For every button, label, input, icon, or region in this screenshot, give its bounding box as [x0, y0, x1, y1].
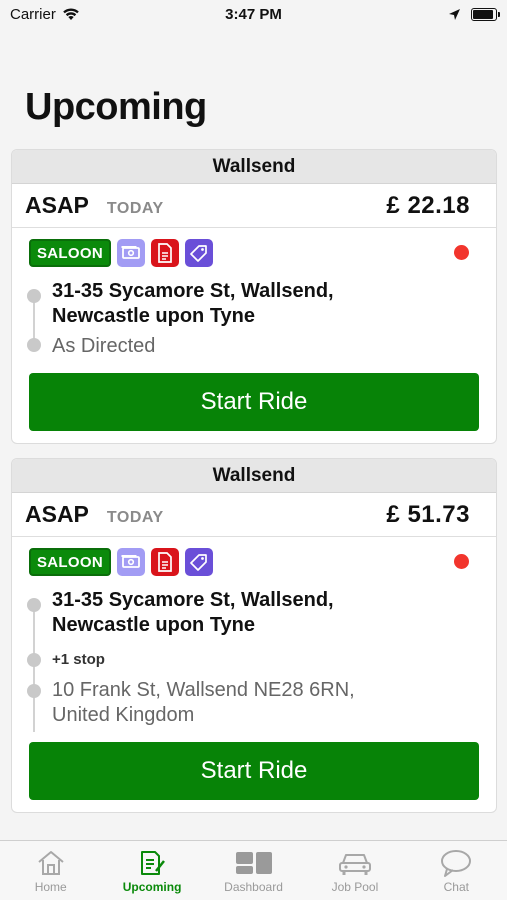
rides-list[interactable]: Wallsend ASAP TODAY £ 22.18 SALOON 31-35…: [11, 149, 497, 827]
alert-dot: [454, 554, 469, 569]
ride-price: £ 51.73: [386, 500, 470, 528]
tab-label: Home: [34, 880, 67, 894]
carrier-label: Carrier: [10, 5, 56, 23]
document-icon: [150, 239, 179, 267]
cash-icon: [116, 548, 145, 576]
dropoff-stop: As Directed: [27, 334, 479, 359]
extra-stop: +1 stop: [27, 650, 479, 670]
extra-stops-label: +1 stop: [52, 651, 105, 668]
alert-dot: [454, 245, 469, 260]
pickup-dot: [27, 289, 41, 303]
ride-details: SALOON 31-35 Sycamore St, Wallsend, Newc…: [12, 228, 496, 443]
dropoff-stop: 10 Frank St, Wallsend NE28 6RN, United K…: [27, 678, 479, 728]
status-left: Carrier: [10, 6, 80, 23]
status-right: [448, 7, 500, 21]
vehicle-badge: SALOON: [29, 548, 111, 576]
home-icon: [38, 851, 64, 875]
tab-label: Dashboard: [224, 880, 283, 894]
tab-chat[interactable]: Chat: [406, 841, 507, 900]
tab-home[interactable]: Home: [0, 841, 101, 900]
pickup-dot: [27, 598, 41, 612]
ride-summary-row: ASAP TODAY £ 51.73: [12, 493, 496, 537]
ride-time: ASAP TODAY: [25, 501, 164, 528]
ride-route: 31-35 Sycamore St, Wallsend, Newcastle u…: [27, 279, 479, 359]
ride-card[interactable]: Wallsend ASAP TODAY £ 22.18 SALOON 31-35…: [11, 149, 497, 444]
ride-when: ASAP: [25, 192, 89, 218]
location-arrow-icon: [449, 8, 460, 20]
ride-route: 31-35 Sycamore St, Wallsend, Newcastle u…: [27, 588, 479, 732]
chat-icon: [441, 850, 472, 877]
tab-label: Upcoming: [122, 880, 182, 894]
ride-badges: SALOON: [29, 237, 479, 269]
document-icon: [150, 548, 179, 576]
extra-stop-dot: [27, 653, 41, 667]
dropoff-address: As Directed: [52, 335, 156, 357]
ride-time: ASAP TODAY: [25, 192, 164, 219]
dashboard-icon: [235, 852, 272, 874]
ride-summary-row: ASAP TODAY £ 22.18: [12, 184, 496, 228]
pickup-address: 31-35 Sycamore St, Wallsend, Newcastle u…: [52, 280, 334, 327]
dropoff-dot: [27, 338, 41, 352]
status-bar: Carrier 3:47 PM: [0, 0, 507, 28]
upcoming-icon: [141, 851, 166, 875]
ride-card[interactable]: Wallsend ASAP TODAY £ 51.73 SALOON 31-35…: [11, 458, 497, 813]
wifi-icon: [63, 8, 79, 20]
ride-price: £ 22.18: [386, 191, 470, 219]
ride-area: Wallsend: [12, 459, 496, 493]
tab-dashboard[interactable]: Dashboard: [203, 841, 304, 900]
start-ride-button[interactable]: Start Ride: [29, 742, 479, 800]
ride-when: ASAP: [25, 501, 89, 527]
tab-job-pool[interactable]: Job Pool: [304, 841, 405, 900]
page-title: Upcoming: [25, 86, 207, 128]
pickup-stop: 31-35 Sycamore St, Wallsend, Newcastle u…: [27, 279, 479, 329]
start-ride-button[interactable]: Start Ride: [29, 373, 479, 431]
ride-day: TODAY: [106, 509, 164, 526]
dropoff-dot: [27, 684, 41, 698]
pickup-stop: 31-35 Sycamore St, Wallsend, Newcastle u…: [27, 588, 479, 638]
car-icon: [338, 854, 371, 875]
tab-upcoming[interactable]: Upcoming: [101, 841, 202, 900]
tab-bar: Home Upcoming Dashboard Job Pool Chat: [0, 840, 507, 900]
battery-icon: [471, 7, 500, 21]
pickup-address: 31-35 Sycamore St, Wallsend, Newcastle u…: [52, 589, 334, 636]
vehicle-badge: SALOON: [29, 239, 111, 267]
tab-label: Job Pool: [331, 880, 379, 894]
tab-label: Chat: [443, 880, 469, 894]
ride-day: TODAY: [106, 200, 164, 217]
tag-icon: [184, 239, 213, 267]
ride-area: Wallsend: [12, 150, 496, 184]
dropoff-address: 10 Frank St, Wallsend NE28 6RN, United K…: [52, 679, 355, 726]
ride-badges: SALOON: [29, 546, 479, 578]
tag-icon: [184, 548, 213, 576]
cash-icon: [116, 239, 145, 267]
ride-details: SALOON 31-35 Sycamore St, Wallsend, Newc…: [12, 537, 496, 812]
